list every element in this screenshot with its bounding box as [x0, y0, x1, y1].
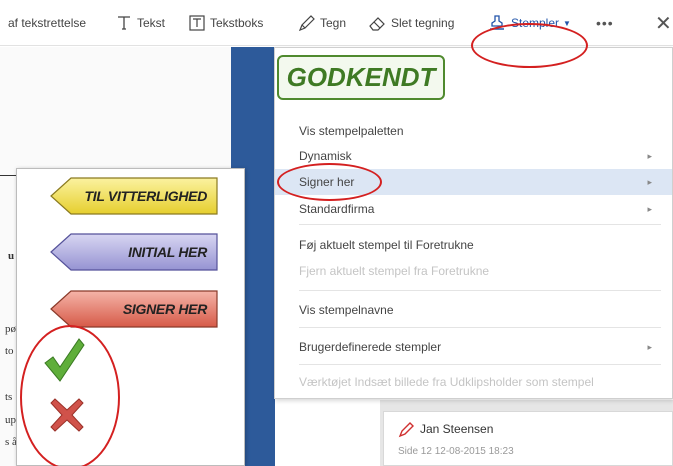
toolbar-item-stamps-label: Stempler	[511, 16, 560, 30]
menu-item-label: Standardfirma	[299, 202, 375, 216]
menu-item-show-stamp-names[interactable]: Vis stempelnavne	[275, 297, 672, 323]
pencil-icon	[298, 14, 315, 32]
menu-separator	[299, 327, 661, 328]
menu-item-label: Brugerdefinerede stempler	[299, 340, 442, 354]
menu-item-show-stamp-palette[interactable]: Vis stempelpaletten	[275, 118, 672, 144]
toolbar-item-text[interactable]: Tekst	[116, 0, 165, 46]
menu-item-dynamic[interactable]: Dynamisk ▸	[275, 143, 672, 169]
checkmark-icon[interactable]	[43, 337, 85, 385]
toolbar-item-text-label: Tekst	[137, 16, 166, 30]
stamp-label: SIGNER HER	[122, 301, 207, 317]
stamp-initial-her[interactable]: INITIAL HER	[49, 232, 221, 272]
pencil-icon	[398, 422, 414, 441]
menu-item-standard-business[interactable]: Standardfirma ▸	[275, 196, 672, 222]
menu-item-remove-from-favorites: Fjern aktuelt stempel fra Foretrukne	[275, 258, 672, 284]
menu-item-label: Signer her	[299, 175, 355, 189]
menu-item-label: Værktøjet Indsæt billede fra Udklipshold…	[299, 375, 594, 389]
menu-item-label: Vis stempelpaletten	[299, 124, 404, 138]
toolbar-item-draw-label: Tegn	[320, 16, 347, 30]
menu-item-paste-clipboard-as-stamp: Værktøjet Indsæt billede fra Udklipshold…	[275, 369, 672, 395]
comment-card[interactable]: Jan Steensen Side 12 12-08-2015 18:23	[383, 411, 673, 466]
menu-item-custom-stamps[interactable]: Brugerdefinerede stempler ▸	[275, 334, 672, 360]
stamp-palette: TIL VITTERLIGHED INITIAL HER SIGNER HER	[16, 168, 245, 466]
menu-item-label: Dynamisk	[299, 149, 352, 163]
document-text: to	[5, 345, 14, 357]
document-text: pø	[5, 323, 16, 335]
menu-item-sign-here[interactable]: Signer her ▸	[275, 169, 672, 195]
document-text: ts	[5, 391, 13, 403]
stamp-icon	[488, 14, 506, 32]
submenu-arrow-icon: ▸	[647, 176, 652, 187]
toolbar-item-draw[interactable]: Tegn	[298, 0, 346, 46]
menu-item-label: Vis stempelnavne	[299, 303, 394, 317]
stamp-label: INITIAL HER	[128, 244, 207, 260]
toolbar: af tekstrettelse Tekst Tekstboks Tegn Sl…	[0, 0, 673, 46]
menu-item-label: Fjern aktuelt stempel fra Foretrukne	[299, 264, 490, 278]
toolbar-item-strikethrough-label: af tekstrettelse	[8, 16, 87, 30]
submenu-arrow-icon: ▸	[647, 203, 652, 214]
toolbar-item-erase-label: Slet tegning	[391, 16, 455, 30]
comment-meta: Side 12 12-08-2015 18:23	[398, 446, 514, 457]
stamp-label: TIL VITTERLIGHED	[84, 188, 208, 204]
menu-item-add-to-favorites[interactable]: Føj aktuelt stempel til Foretrukne	[275, 232, 672, 258]
more-button[interactable]: •••	[596, 0, 614, 46]
menu-item-label: Føj aktuelt stempel til Foretrukne	[299, 238, 474, 252]
menu-separator	[299, 364, 661, 365]
close-button[interactable]: ✕	[655, 0, 672, 46]
x-icon[interactable]	[49, 397, 85, 433]
document-text: up	[5, 414, 16, 426]
submenu-arrow-icon: ▸	[647, 150, 652, 161]
toolbar-item-textbox[interactable]: Tekstboks	[189, 0, 263, 46]
stamp-preview-godkendt[interactable]: GODKENDT	[277, 55, 445, 100]
chevron-down-icon: ▼	[563, 18, 571, 28]
toolbar-item-strikethrough[interactable]: af tekstrettelse	[8, 0, 86, 46]
toolbar-item-erase[interactable]: Slet tegning	[368, 0, 454, 46]
textbox-icon	[189, 15, 205, 31]
menu-separator	[299, 290, 661, 291]
eraser-icon	[368, 15, 386, 32]
comment-author: Jan Steensen	[420, 422, 494, 436]
document-text: u	[8, 250, 15, 262]
stamp-signer-her[interactable]: SIGNER HER	[49, 289, 221, 329]
submenu-arrow-icon: ▸	[647, 341, 652, 352]
stamp-til-vitterlighed[interactable]: TIL VITTERLIGHED	[49, 176, 221, 216]
text-icon	[116, 15, 132, 31]
menu-separator	[299, 224, 661, 225]
toolbar-item-stamps[interactable]: Stempler ▼	[488, 0, 571, 46]
toolbar-item-textbox-label: Tekstboks	[210, 16, 264, 30]
